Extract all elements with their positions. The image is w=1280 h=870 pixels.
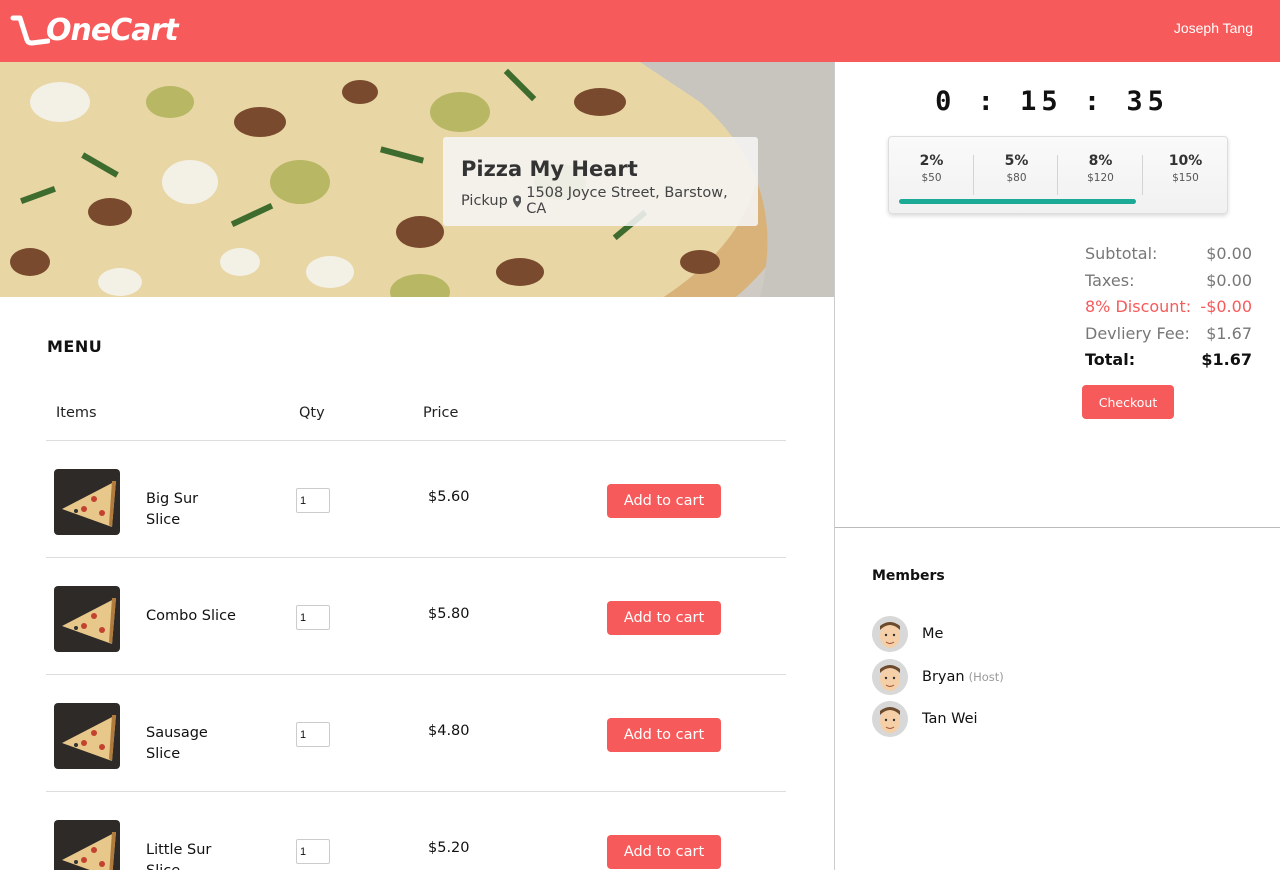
delivery-fee-label: Devliery Fee: [1085,323,1190,343]
item-price: $5.60 [428,489,470,505]
taxes-value: $0.00 [1206,270,1252,290]
pizza-slice-thumbnail [54,703,120,769]
subtotal-value: $0.00 [1206,244,1252,263]
discount-tier: 2% $50 [889,153,974,184]
store-hero-image: Pizza My Heart Pickup 1508 Joyce Street,… [0,62,834,297]
item-name: Little Sur Slice [146,842,212,870]
tier-percent: 10% [1168,153,1203,169]
checkout-button[interactable]: Checkout [1082,385,1174,419]
discount-tier: 8% $120 [1058,153,1143,184]
discount-progress-track [899,199,1219,204]
brand-name: OneCart [46,12,179,48]
discount-row: 8% Discount: -$0.00 [1085,297,1252,324]
subtotal-label: Subtotal: [1085,244,1158,263]
location-pin-icon [512,194,522,208]
delivery-fee-value: $1.67 [1206,323,1252,343]
item-name: Combo Slice [146,608,236,624]
store-address: 1508 Joyce Street, Barstow, CA [526,185,728,217]
tier-amount: $120 [1087,172,1114,184]
items-column-header: Items [56,405,97,421]
store-info-card: Pizza My Heart Pickup 1508 Joyce Street,… [443,137,758,226]
qty-input[interactable] [296,722,330,747]
taxes-row: Taxes: $0.00 [1085,271,1252,298]
top-bar: OneCart Joseph Tang [0,0,1280,62]
pickup-label: Pickup [461,193,508,209]
item-name: Big Sur Slice [146,491,199,528]
menu-item-row: Sausage Slice $4.80 Add to cart [46,675,786,792]
menu-item-row: Combo Slice $5.80 Add to cart [46,558,786,675]
tier-percent: 8% [1088,153,1113,169]
add-to-cart-button[interactable]: Add to cart [607,718,721,752]
store-address-line: Pickup 1508 Joyce Street, Barstow, CA [461,185,740,217]
delivery-fee-row: Devliery Fee: $1.67 [1085,324,1252,351]
pizza-slice-thumbnail [54,586,120,652]
tier-percent: 5% [1004,153,1029,169]
member-item: Tan Wei [872,700,978,738]
item-price: $4.80 [428,723,470,739]
qty-column-header: Qty [299,405,325,421]
countdown-timer: 0 : 15 : 35 [935,86,1169,117]
pizza-slice-thumbnail [54,469,120,535]
add-to-cart-button[interactable]: Add to cart [607,484,721,518]
member-name: Me [922,626,944,642]
discount-progress-bar [899,199,1136,204]
tier-percent: 2% [919,153,944,169]
tier-amount: $150 [1172,172,1199,184]
discount-tier: 5% $80 [974,153,1059,184]
menu-item-row: Big Sur Slice $5.60 Add to cart [46,441,786,558]
discount-tiers: 2% $50 5% $80 8% $120 10% $150 [888,136,1228,214]
avatar [872,659,908,695]
qty-input[interactable] [296,605,330,630]
discount-label: 8% Discount: [1085,297,1192,316]
discount-value: -$0.00 [1200,297,1252,316]
add-to-cart-button[interactable]: Add to cart [607,835,721,869]
order-panel: 0 : 15 : 35 2% $50 5% $80 8% $120 10% $1… [835,62,1280,870]
member-name: Bryan [922,669,965,685]
order-summary: Subtotal: $0.00 Taxes: $0.00 8% Discount… [1085,244,1252,377]
item-price: $5.20 [428,840,470,856]
pizza-slice-thumbnail [54,820,120,870]
member-item: Me [872,615,943,653]
taxes-label: Taxes: [1085,270,1135,290]
tier-amount: $80 [1006,172,1027,184]
qty-input[interactable] [296,839,330,864]
avatar [872,701,908,737]
main-panel: Pizza My Heart Pickup 1508 Joyce Street,… [0,62,834,870]
total-value: $1.67 [1201,350,1252,369]
menu-title: MENU [47,337,103,356]
avatar [872,616,908,652]
add-to-cart-button[interactable]: Add to cart [607,601,721,635]
menu-item-row: Little Sur Slice $5.20 Add to cart [46,792,786,870]
price-column-header: Price [423,405,459,421]
discount-tier: 10% $150 [1143,153,1228,184]
item-name: Sausage Slice [146,725,208,762]
total-row: Total: $1.67 [1085,350,1252,377]
onecart-logo[interactable]: OneCart [10,8,179,52]
host-tag: (Host) [968,670,1004,684]
qty-input[interactable] [296,488,330,513]
member-item: Bryan (Host) [872,658,1004,696]
total-label: Total: [1085,350,1136,369]
user-name[interactable]: Joseph Tang [1174,20,1253,36]
cart-logo-icon [10,15,50,46]
members-title: Members [872,568,945,584]
members-divider [835,527,1280,528]
subtotal-row: Subtotal: $0.00 [1085,244,1252,271]
item-price: $5.80 [428,606,470,622]
tier-amount: $50 [921,172,942,184]
member-name: Tan Wei [922,711,978,727]
store-name: Pizza My Heart [461,157,638,181]
